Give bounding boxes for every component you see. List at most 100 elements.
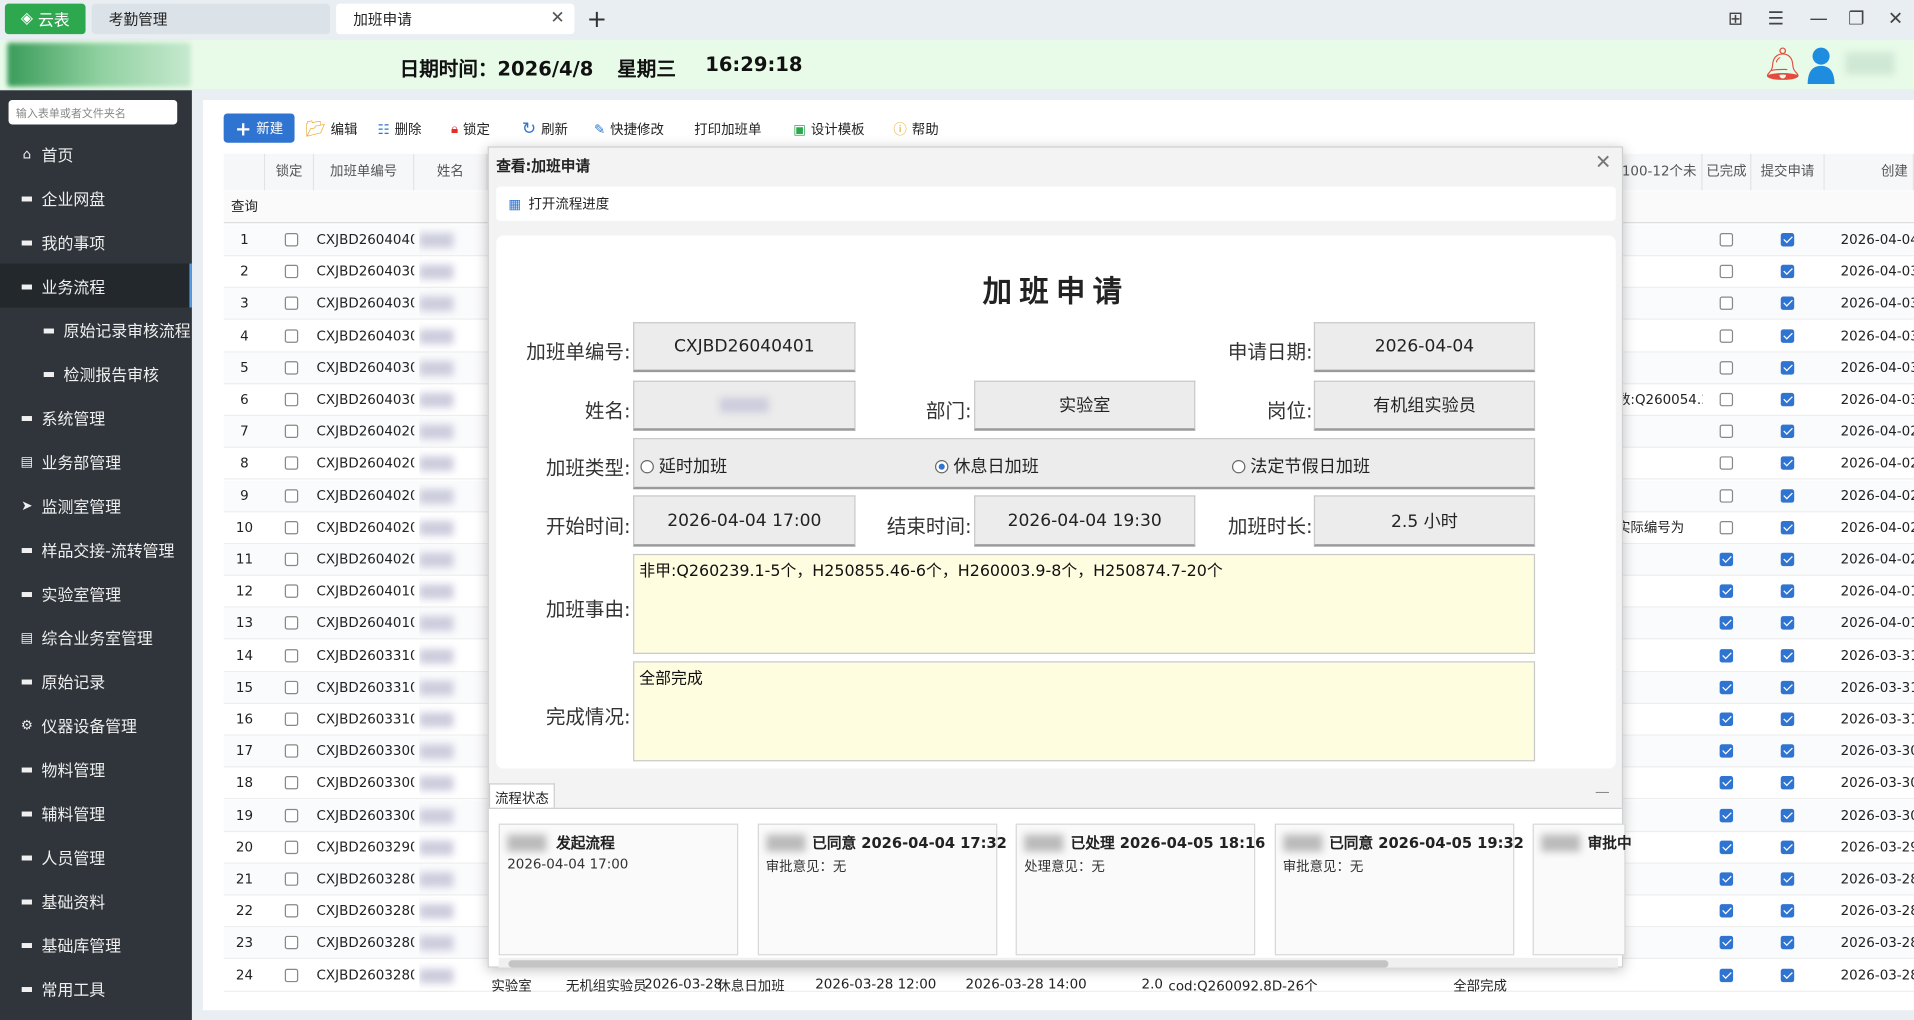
duration-field[interactable]: 2.5 小时	[1313, 495, 1536, 547]
submitted-checkbox[interactable]	[1780, 233, 1795, 247]
submitted-checkbox[interactable]	[1780, 264, 1795, 279]
lock-checkbox[interactable]	[284, 392, 299, 407]
radio-delay[interactable]: 延时加班	[640, 454, 727, 478]
submitted-checkbox[interactable]	[1780, 456, 1795, 471]
lock-checkbox[interactable]	[284, 424, 299, 439]
help-button[interactable]: ⓘ 帮助	[893, 116, 938, 143]
submitted-checkbox[interactable]	[1780, 744, 1795, 758]
post-field[interactable]: 有机组实验员	[1313, 380, 1536, 431]
header-submitted[interactable]: 提交申请	[1751, 153, 1825, 191]
sidebar-item[interactable]: ▤ 综合业务室管理	[0, 615, 192, 659]
lock-checkbox[interactable]	[284, 584, 299, 599]
menu-icon[interactable]: ☰	[1764, 7, 1788, 29]
sidebar-item[interactable]: ▬ 系统管理	[0, 395, 192, 439]
header-created[interactable]: 创建	[1824, 153, 1914, 191]
sidebar-item[interactable]: ▬ 企业网盘	[0, 176, 192, 220]
submitted-checkbox[interactable]	[1780, 392, 1795, 407]
new-button[interactable]: + 新建	[223, 113, 295, 143]
sidebar-item[interactable]: ▬ 基础资料	[0, 878, 192, 922]
print-button[interactable]: 打印加班单	[694, 116, 761, 143]
done-checkbox[interactable]	[1719, 520, 1734, 535]
lock-checkbox[interactable]	[284, 872, 299, 886]
lock-button[interactable]: 🔒︎ 锁定	[451, 116, 490, 143]
done-checkbox[interactable]	[1719, 872, 1734, 886]
done-checkbox[interactable]	[1719, 616, 1734, 631]
header-partial[interactable]: 100-12个未完	[1616, 153, 1703, 216]
no-field[interactable]: CXJBD26040401	[633, 322, 856, 373]
done-checkbox[interactable]	[1719, 712, 1734, 726]
sidebar-item[interactable]: ▬ 业务流程	[0, 263, 192, 308]
sidebar-item[interactable]: ▬ 样品交接-流转管理	[0, 527, 192, 571]
header-lock[interactable]: 锁定	[265, 153, 315, 191]
grid-icon[interactable]: ⊞	[1723, 7, 1747, 29]
open-flow-button[interactable]: ▦ 打开流程进度	[496, 186, 1616, 221]
submitted-checkbox[interactable]	[1780, 776, 1795, 790]
restore-icon[interactable]: ❐	[1844, 7, 1868, 29]
design-template-button[interactable]: ▣ 设计模板	[793, 116, 864, 143]
radio-holiday[interactable]: 法定节假日加班	[1231, 454, 1370, 478]
submitted-checkbox[interactable]	[1780, 808, 1795, 822]
submitted-checkbox[interactable]	[1780, 712, 1795, 726]
done-checkbox[interactable]	[1719, 968, 1734, 982]
result-textarea[interactable]: 全部完成	[633, 661, 1536, 762]
submitted-checkbox[interactable]	[1780, 936, 1795, 950]
submitted-checkbox[interactable]	[1780, 968, 1795, 982]
scrollbar-thumb[interactable]	[508, 960, 1389, 968]
sidebar-search-input[interactable]: 输入表单或者文件夹名	[8, 100, 178, 125]
done-checkbox[interactable]	[1719, 744, 1734, 758]
app-logo[interactable]: ◈ 云表	[4, 3, 86, 35]
submitted-checkbox[interactable]	[1780, 328, 1795, 343]
lock-checkbox[interactable]	[284, 552, 299, 567]
minimize-icon[interactable]: —	[1595, 783, 1610, 800]
lock-checkbox[interactable]	[284, 328, 299, 343]
lock-checkbox[interactable]	[284, 808, 299, 822]
done-checkbox[interactable]	[1719, 392, 1734, 407]
done-checkbox[interactable]	[1719, 360, 1734, 375]
dept-field[interactable]: 实验室	[974, 380, 1196, 431]
bell-icon[interactable]: 🔔︎	[1762, 46, 1802, 83]
sidebar-item[interactable]: ▬ 辅料管理	[0, 791, 192, 835]
done-checkbox[interactable]	[1719, 776, 1734, 790]
new-tab-button[interactable]: +	[587, 4, 607, 33]
submitted-checkbox[interactable]	[1780, 840, 1795, 854]
sidebar-item[interactable]: ▬ 人员管理	[0, 835, 192, 879]
header-done[interactable]: 已完成	[1702, 153, 1752, 191]
lock-checkbox[interactable]	[284, 968, 299, 982]
start-field[interactable]: 2026-04-04 17:00	[633, 495, 856, 547]
tab-flow-status[interactable]: 流程状态	[488, 783, 555, 808]
lock-checkbox[interactable]	[284, 936, 299, 950]
lock-checkbox[interactable]	[284, 680, 299, 694]
close-icon[interactable]: ✕	[1595, 150, 1611, 173]
done-checkbox[interactable]	[1719, 840, 1734, 854]
sidebar-item[interactable]: ⚙ 仪器设备管理	[0, 703, 192, 747]
lock-checkbox[interactable]	[284, 744, 299, 758]
submitted-checkbox[interactable]	[1780, 296, 1795, 311]
lock-checkbox[interactable]	[284, 264, 299, 279]
done-checkbox[interactable]	[1719, 456, 1734, 471]
done-checkbox[interactable]	[1719, 488, 1734, 503]
done-checkbox[interactable]	[1719, 328, 1734, 343]
submitted-checkbox[interactable]	[1780, 680, 1795, 694]
close-icon[interactable]: ✕	[550, 9, 564, 29]
sidebar-item[interactable]: ▬ 原始记录	[0, 659, 192, 703]
header-name[interactable]: 姓名	[414, 153, 488, 191]
done-checkbox[interactable]	[1719, 552, 1734, 567]
done-checkbox[interactable]	[1719, 904, 1734, 918]
lock-checkbox[interactable]	[284, 456, 299, 471]
refresh-button[interactable]: ↻ 刷新	[522, 116, 568, 143]
close-window-icon[interactable]: ✕	[1883, 7, 1907, 29]
radio-rest-day[interactable]: 休息日加班	[934, 454, 1039, 478]
lock-checkbox[interactable]	[284, 712, 299, 726]
done-checkbox[interactable]	[1719, 584, 1734, 599]
sidebar-item[interactable]: ▬ 物料管理	[0, 747, 192, 791]
lock-checkbox[interactable]	[284, 233, 299, 247]
submitted-checkbox[interactable]	[1780, 520, 1795, 535]
apply-date-field[interactable]: 2026-04-04	[1313, 322, 1536, 373]
sidebar-item[interactable]: ▬ 原始记录审核流程	[0, 307, 192, 351]
submitted-checkbox[interactable]	[1780, 552, 1795, 567]
sidebar-item[interactable]: ▬ 我的事项	[0, 220, 192, 264]
sidebar-item[interactable]: ▬ 常用工具	[0, 966, 192, 1010]
minimize-icon[interactable]: —	[1806, 7, 1830, 29]
lock-checkbox[interactable]	[284, 840, 299, 854]
submitted-checkbox[interactable]	[1780, 648, 1795, 663]
